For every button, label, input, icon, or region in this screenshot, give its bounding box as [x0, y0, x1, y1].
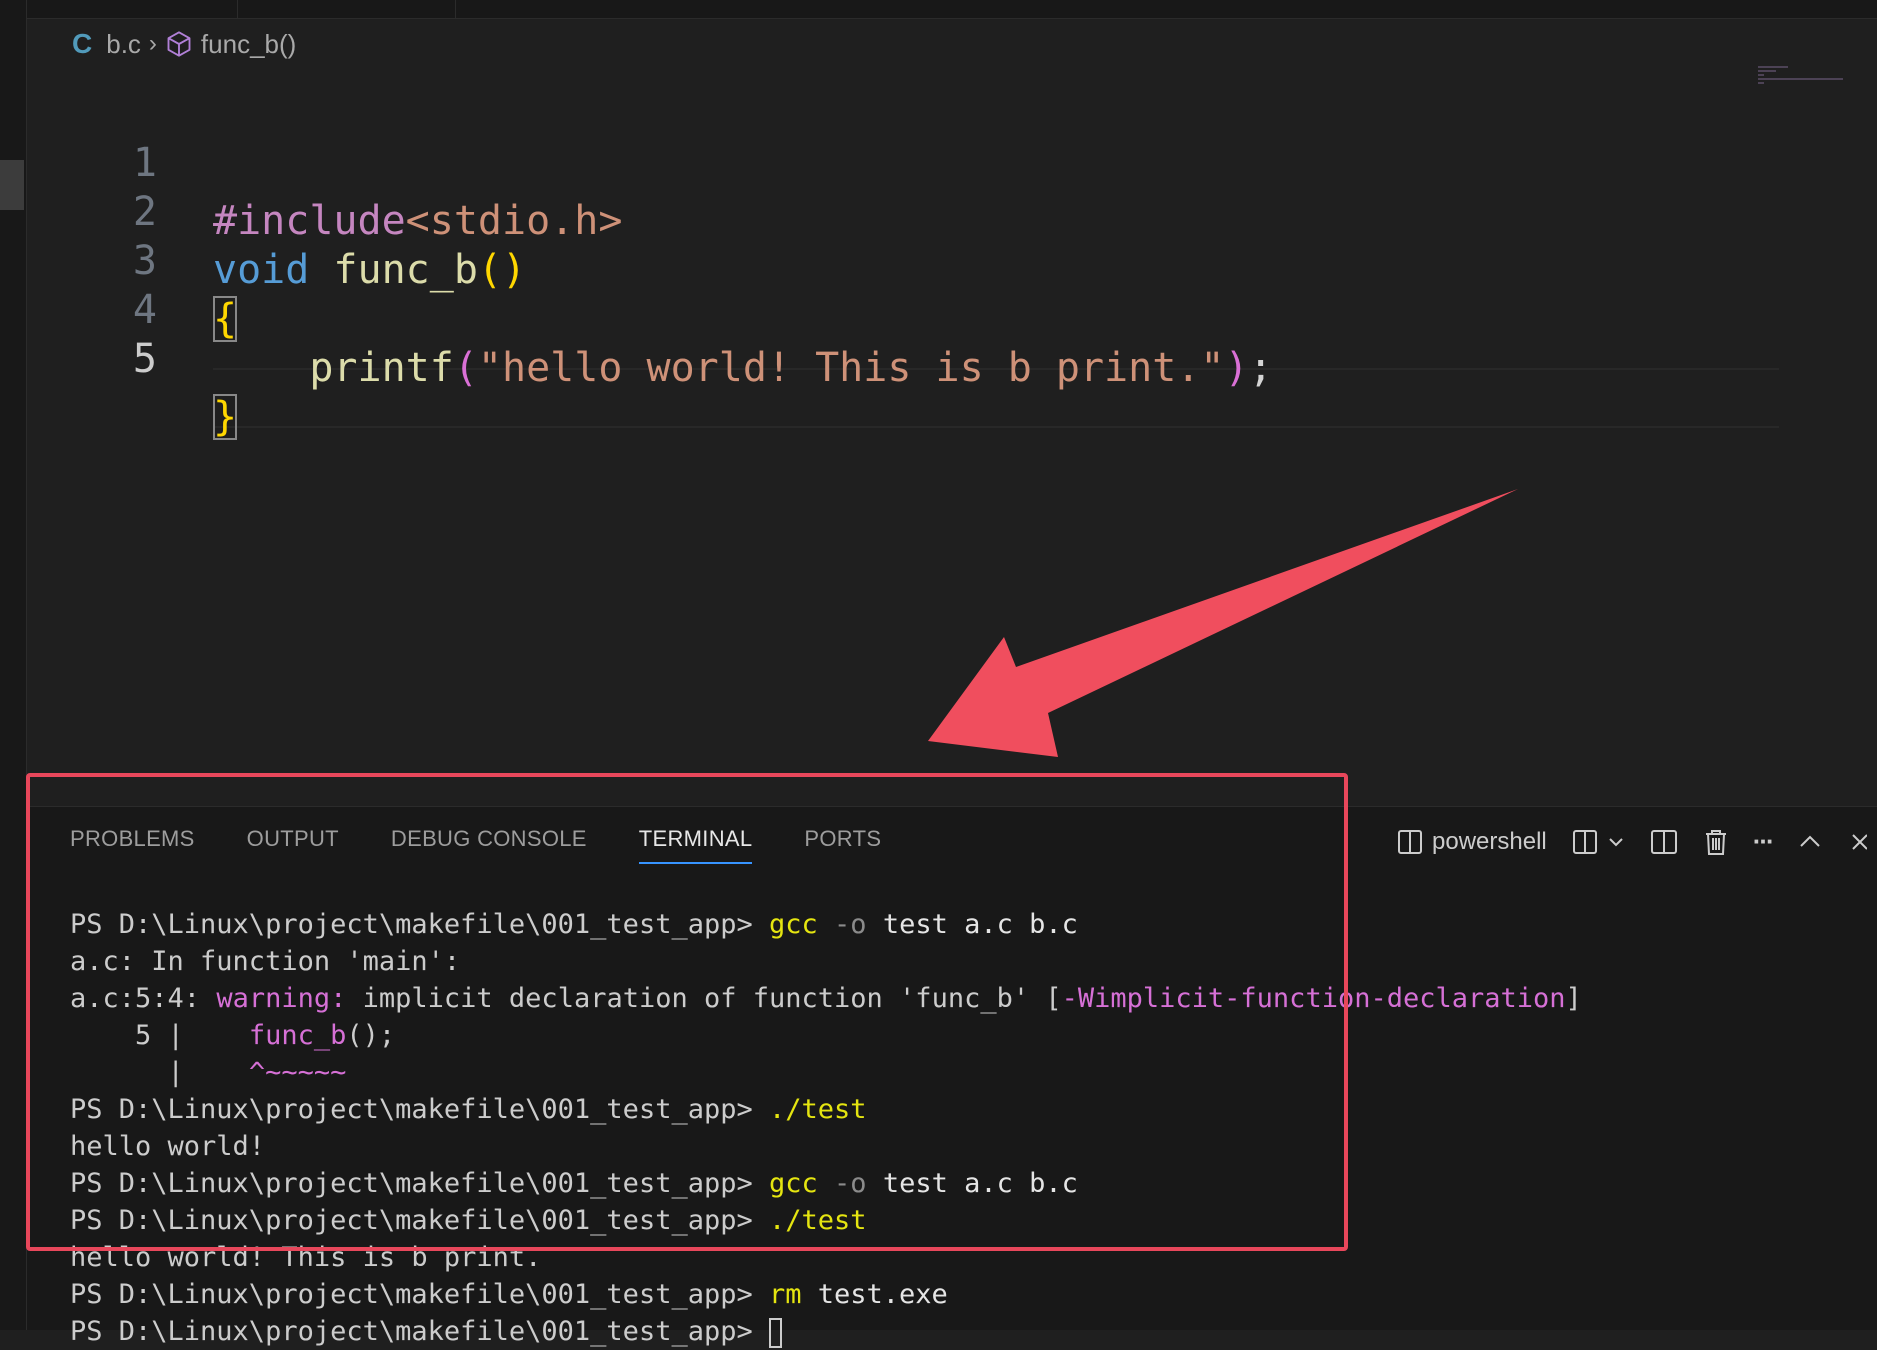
activity-bar — [0, 0, 27, 1330]
terminal-args: test a.c b.c — [882, 909, 1078, 940]
terminal-flag: -o — [834, 909, 867, 940]
terminal-output[interactable]: PS D:\Linux\project\makefile\001_test_ap… — [70, 906, 1850, 1350]
terminal-cursor — [768, 1317, 782, 1348]
activity-indicator — [0, 160, 24, 210]
tab-terminal[interactable]: TERMINAL — [638, 826, 753, 864]
terminal-line[interactable]: PS D:\Linux\project\makefile\001_test_ap… — [70, 1313, 1850, 1350]
tab-output[interactable]: OUTPUT — [247, 826, 339, 864]
terminal-prompt: PS D:\Linux\project\makefile\001_test_ap… — [70, 1168, 769, 1199]
terminal-flag: -o — [834, 1168, 867, 1199]
terminal-command: gcc — [768, 909, 818, 940]
terminal-prompt: PS D:\Linux\project\makefile\001_test_ap… — [70, 1205, 769, 1236]
terminal-command: ./test — [768, 1094, 867, 1125]
terminal-args: test.exe — [817, 1279, 948, 1310]
c-language-icon: C — [72, 28, 93, 59]
terminal-line: PS D:\Linux\project\makefile\001_test_ap… — [70, 1091, 1850, 1128]
more-actions-button[interactable]: ··· — [1752, 826, 1775, 857]
chevron-up-icon — [1800, 835, 1820, 847]
warning-flag: -Wimplicit-function-declaration — [1061, 983, 1566, 1014]
terminal-line: | ^~~~~~ — [70, 1054, 1850, 1091]
close-icon — [1852, 833, 1867, 850]
terminal-line: a.c:5:4: warning: implicit declaration o… — [70, 980, 1850, 1017]
code-line[interactable]: 5 } — [27, 272, 1757, 440]
panel-tab-list: PROBLEMS OUTPUT DEBUG CONSOLE TERMINAL P… — [70, 826, 881, 864]
split-terminal-button[interactable] — [1649, 828, 1679, 856]
terminal-line: 5 | func_b(); — [70, 1017, 1850, 1054]
split-terminal-icon — [1572, 829, 1597, 854]
code-token: ) — [1224, 345, 1249, 391]
terminal-line: a.c: In function 'main': — [70, 946, 461, 977]
code-editor[interactable]: 1 #include<stdio.h> 2 void func_b() 3 { … — [27, 66, 1779, 766]
editor-tab[interactable] — [27, 0, 238, 18]
terminal-split-icon — [1398, 829, 1422, 854]
shell-name: powershell — [1432, 827, 1547, 855]
terminal-command: gcc — [768, 1168, 818, 1199]
terminal-prompt: PS D:\Linux\project\makefile\001_test_ap… — [70, 1279, 769, 1310]
source-line-number: 5 | — [70, 1020, 249, 1051]
symbol-method-icon — [167, 31, 191, 57]
tab-ports[interactable]: PORTS — [804, 826, 881, 864]
warning-close: ] — [1565, 983, 1582, 1014]
editor-tab-bar — [27, 0, 1877, 19]
code-token: ; — [1248, 345, 1273, 391]
warning-text: implicit declaration of function 'func_b… — [362, 983, 1062, 1014]
terminal-prompt: PS D:\Linux\project\makefile\001_test_ap… — [70, 1094, 769, 1125]
panel-actions: powershell ··· — [1396, 826, 1867, 857]
terminal-line: PS D:\Linux\project\makefile\001_test_ap… — [70, 1202, 1850, 1239]
warning-label: warning: — [216, 983, 347, 1014]
terminal-line: PS D:\Linux\project\makefile\001_test_ap… — [70, 1165, 1850, 1202]
terminal-line: hello world! — [70, 1131, 266, 1162]
minimap[interactable] — [1758, 66, 1848, 96]
ellipsis-icon: ··· — [1752, 826, 1775, 856]
terminal-args: test a.c b.c — [882, 1168, 1078, 1199]
caret-bar: | — [70, 1057, 249, 1088]
breadcrumb-symbol[interactable]: func_b() — [201, 29, 296, 60]
maximize-panel-button[interactable] — [1797, 829, 1823, 855]
source-call: func_b — [248, 1020, 347, 1051]
breadcrumb-file[interactable]: b.c — [106, 29, 141, 60]
code-token: printf — [309, 345, 454, 391]
terminal-prompt: PS D:\Linux\project\makefile\001_test_ap… — [70, 909, 769, 940]
terminal-command: rm — [768, 1279, 802, 1310]
warning-location: a.c:5:4: — [70, 983, 201, 1014]
chevron-down-icon — [1609, 837, 1623, 846]
terminal-line: PS D:\Linux\project\makefile\001_test_ap… — [70, 1276, 1850, 1313]
terminal-instance-selector[interactable]: powershell — [1396, 828, 1547, 856]
terminal-line: PS D:\Linux\project\makefile\001_test_ap… — [70, 906, 1850, 943]
tab-problems[interactable]: PROBLEMS — [70, 826, 195, 864]
close-panel-button[interactable] — [1847, 829, 1867, 855]
kill-terminal-button[interactable] — [1703, 827, 1729, 857]
editor-tab[interactable] — [237, 0, 456, 18]
terminal-line: hello world! This is b print. — [70, 1242, 542, 1273]
source-rest: (); — [346, 1020, 396, 1051]
code-token: } — [213, 394, 238, 440]
tab-debug-console[interactable]: DEBUG CONSOLE — [391, 826, 587, 864]
breadcrumb: C b.c › func_b() — [72, 26, 296, 62]
code-token: "hello world! This is b print." — [477, 345, 1225, 391]
line-number: 5 — [132, 336, 157, 382]
terminal-prompt: PS D:\Linux\project\makefile\001_test_ap… — [70, 1316, 769, 1347]
new-terminal-dropdown[interactable] — [1571, 828, 1625, 856]
chevron-right-icon: › — [148, 30, 157, 57]
split-editor-icon — [1650, 829, 1677, 854]
trash-icon — [1705, 829, 1726, 855]
terminal-command: ./test — [768, 1205, 867, 1236]
code-token: ( — [453, 345, 478, 391]
caret-marker: ^~~~~~ — [248, 1057, 347, 1088]
